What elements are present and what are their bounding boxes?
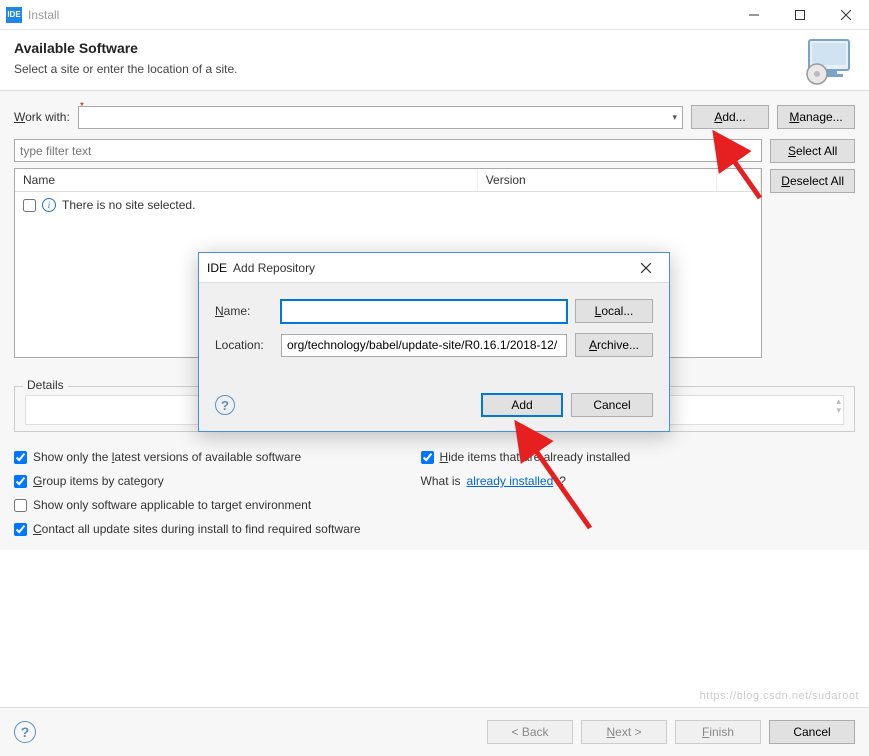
checkbox-contact[interactable] (14, 523, 27, 536)
tree-side-buttons: Select All Deselect All (770, 139, 855, 193)
option-latest[interactable]: Show only the latest versions of availab… (14, 450, 361, 464)
window-controls (731, 0, 869, 30)
install-icon (803, 38, 855, 89)
work-with-combo[interactable]: ▾ (78, 106, 683, 129)
add-repository-dialog: IDE Add Repository Name: Local... Locati… (198, 252, 670, 432)
already-installed-link[interactable]: already installed (467, 474, 554, 488)
manage-button[interactable]: Manage... (777, 105, 855, 129)
close-button[interactable] (823, 0, 869, 30)
local-button[interactable]: Local... (575, 299, 653, 323)
page-subtitle: Select a site or enter the location of a… (14, 62, 855, 76)
name-label: Name: (215, 304, 273, 318)
info-icon: i (42, 198, 56, 212)
cancel-button[interactable]: Cancel (769, 720, 855, 744)
checkbox-applicable[interactable] (14, 499, 27, 512)
watermark: https://blog.csdn.net/sudaroot (700, 690, 859, 702)
column-version[interactable]: Version (478, 169, 717, 191)
page-title: Available Software (14, 40, 855, 56)
finish-button: Finish (675, 720, 761, 744)
help-icon[interactable]: ? (14, 721, 36, 743)
option-group[interactable]: Group items by category (14, 474, 361, 488)
filter-input[interactable] (14, 139, 762, 162)
location-input[interactable] (281, 334, 567, 357)
option-hide[interactable]: Hide items that are already installed (421, 450, 631, 464)
details-legend: Details (23, 378, 68, 392)
dialog-title: Add Repository (233, 261, 631, 275)
tree-empty-item: i There is no site selected. (23, 198, 753, 212)
work-with-row: Work with: * ▾ Add... Manage... (14, 105, 855, 129)
what-is-prefix: What is (421, 474, 461, 488)
tree-empty-text: There is no site selected. (62, 198, 195, 212)
location-label: Location: (215, 338, 273, 352)
dialog-close-button[interactable] (631, 263, 661, 273)
wizard-header: Available Software Select a site or ente… (0, 30, 869, 91)
dialog-help-icon[interactable]: ? (215, 395, 235, 415)
ide-app-icon: IDE (6, 7, 22, 23)
archive-button[interactable]: Archive... (575, 333, 653, 357)
option-applicable[interactable]: Show only software applicable to target … (14, 498, 361, 512)
add-button[interactable]: Add... (691, 105, 769, 129)
work-with-label: Work with: (14, 110, 70, 124)
chevron-down-icon: ▾ (672, 112, 677, 123)
scroll-indicator-icon: ▴▾ (836, 397, 841, 415)
tree-header: Name Version (15, 169, 761, 192)
dialog-add-button[interactable]: Add (481, 393, 563, 417)
required-indicator: * (80, 101, 84, 112)
window-title: Install (28, 8, 731, 22)
checkbox-group[interactable] (14, 475, 27, 488)
next-button: Next > (581, 720, 667, 744)
name-input[interactable] (281, 300, 567, 323)
back-button: < Back (487, 720, 573, 744)
column-name[interactable]: Name (15, 169, 478, 191)
titlebar: IDE Install (0, 0, 869, 30)
option-contact[interactable]: Contact all update sites during install … (14, 522, 361, 536)
checkbox-latest[interactable] (14, 451, 27, 464)
minimize-button[interactable] (731, 0, 777, 30)
tree-body: i There is no site selected. (15, 192, 761, 218)
wizard-footer: ? < Back Next > Finish Cancel (0, 707, 869, 756)
maximize-button[interactable] (777, 0, 823, 30)
select-all-button[interactable]: Select All (770, 139, 855, 163)
what-is-installed: What is already installed ? (421, 474, 631, 488)
ide-app-icon: IDE (207, 261, 227, 275)
checkbox-hide[interactable] (421, 451, 434, 464)
deselect-all-button[interactable]: Deselect All (770, 169, 855, 193)
dialog-titlebar: IDE Add Repository (199, 253, 669, 283)
tree-item-checkbox[interactable] (23, 199, 36, 212)
what-is-suffix: ? (559, 474, 566, 488)
dialog-cancel-button[interactable]: Cancel (571, 393, 653, 417)
options-area: Show only the latest versions of availab… (14, 450, 855, 536)
